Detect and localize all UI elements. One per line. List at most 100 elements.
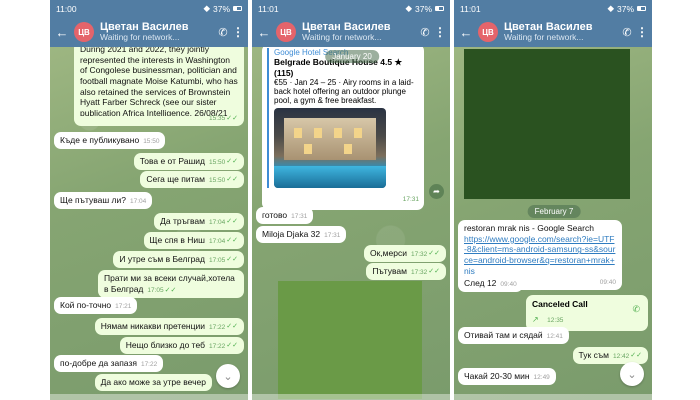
message-bubble-incoming[interactable]: Кой по-точно 17:21 <box>54 297 138 314</box>
message-time: 17:32 <box>410 268 428 276</box>
connection-status: Waiting for network... <box>100 32 180 43</box>
message-time: 17:22 <box>208 342 226 350</box>
message-bubble-incoming[interactable]: по-добре да запазя 17:22 <box>54 355 164 372</box>
message-time: 17:31 <box>402 196 419 203</box>
phone-screen-2: 11:01 ◆ 37% ← ЦВ Цветан Василев Waiting f… <box>252 0 450 400</box>
message-time: 09:40 <box>500 280 517 288</box>
phone-icon[interactable]: ✆ <box>632 304 640 315</box>
more-vert-icon[interactable]: ⋮ <box>434 25 446 39</box>
message-time: 15:50 <box>208 176 226 184</box>
chat-title-block[interactable]: Цветан Василев Waiting for network... <box>302 21 416 42</box>
message-bubble-incoming[interactable]: Къде е публикувано 15:50 <box>54 132 166 149</box>
status-time: 11:01 <box>460 3 481 14</box>
message-time: 17:31 <box>324 231 341 239</box>
hotel-preview-image[interactable] <box>274 108 386 188</box>
message-time: 17:04 <box>208 218 226 226</box>
message-bubble-incoming[interactable]: След 12 09:40 <box>458 275 523 292</box>
chevron-down-icon[interactable]: ⌄ <box>216 364 240 388</box>
message-bubble-incoming[interactable]: Чакай 20-30 мин 12:49 <box>458 368 556 385</box>
battery-percent: 37% <box>616 3 634 14</box>
back-arrow-icon[interactable]: ← <box>458 25 474 40</box>
chat-area[interactable]: Google Hotel Search Belgrade Boutique Ho… <box>252 44 450 400</box>
back-arrow-icon[interactable]: ← <box>54 25 70 40</box>
outgoing-call-arrow-icon: ↗ <box>532 315 539 324</box>
message-bubble-incoming[interactable]: Miloja Djaka 32 17:31 <box>256 226 347 243</box>
link-preview[interactable]: Google Hotel Search Belgrade Boutique Ho… <box>267 48 419 188</box>
avatar[interactable]: ЦВ <box>276 22 296 42</box>
link-preview-card[interactable]: Google Hotel Search Belgrade Boutique Ho… <box>262 44 424 210</box>
battery-icon <box>233 6 242 11</box>
message-text: Ще пътуваш ли? <box>60 195 126 205</box>
status-bar: 11:01 ◆ 37% <box>252 0 450 17</box>
battery-icon <box>435 6 444 11</box>
message-text: Къде е публикувано <box>60 135 140 145</box>
message-time: 17:22 <box>208 323 226 331</box>
call-bubble[interactable]: Canceled Call ↗ 12:35 ✆ <box>526 295 648 331</box>
message-bubble-outgoing[interactable]: И утре съм в Белград 17:05 ✓✓ <box>113 251 244 268</box>
double-check-icon: ✓✓ <box>226 341 238 349</box>
chat-area[interactable]: February 7 restoran mrak nis - Google Se… <box>454 47 652 400</box>
message-time: 12:35 <box>547 317 564 324</box>
wifi-icon: ◆ <box>405 3 412 13</box>
status-time: 11:01 <box>258 3 279 14</box>
chat-title-block[interactable]: Цветан Василев Waiting for network... <box>504 21 618 42</box>
message-time: 12:49 <box>533 373 550 381</box>
message-text: Пътувам <box>372 266 407 276</box>
double-check-icon: ✓✓ <box>630 351 642 359</box>
share-icon[interactable]: ➦ <box>429 184 444 199</box>
message-bubble-outgoing[interactable]: Ще спя в Ниш 17:04 ✓✓ <box>143 232 244 249</box>
double-check-icon: ✓✓ <box>226 236 238 244</box>
message-bubble-incoming[interactable]: Отивай там и сядай 12:41 <box>458 327 569 344</box>
message-time: 17:22 <box>140 360 158 368</box>
hotel-building-shape <box>284 118 376 160</box>
message-time: 12:42 <box>612 352 630 360</box>
avatar[interactable]: ЦВ <box>478 22 498 42</box>
phone-icon[interactable]: ✆ <box>416 26 434 39</box>
phone-icon[interactable]: ✆ <box>618 26 636 39</box>
battery-icon <box>637 6 646 11</box>
message-text: Ще спя в Ниш <box>149 235 205 245</box>
message-bubble-incoming[interactable]: готово 17:31 <box>256 207 314 224</box>
double-check-icon: ✓✓ <box>226 255 238 263</box>
connection-status: Waiting for network... <box>504 32 584 43</box>
chat-header: ← ЦВ Цветан Василев Waiting for network.… <box>50 17 248 47</box>
link-description: €55 · Jan 24 – 25 · Airy rooms in a laid… <box>274 78 414 105</box>
more-vert-icon[interactable]: ⋮ <box>636 25 648 39</box>
message-text: Miloja Djaka 32 <box>262 229 321 239</box>
message-link[interactable]: https://www.google.com/search?ie=UTF-8&c… <box>464 234 616 277</box>
message-bubble-outgoing[interactable]: During 2021 and 2022, they jointly repre… <box>74 41 244 126</box>
double-check-icon: ✓✓ <box>226 175 238 183</box>
chevron-down-icon[interactable]: ⌄ <box>620 362 644 386</box>
message-bubble-outgoing[interactable]: Прати ми за всеки случай,хотела в Белгра… <box>98 270 244 299</box>
avatar[interactable]: ЦВ <box>74 22 94 42</box>
more-vert-icon[interactable]: ⋮ <box>232 25 244 39</box>
double-check-icon: ✓✓ <box>428 267 440 275</box>
phone-icon[interactable]: ✆ <box>214 26 232 39</box>
message-bubble-incoming[interactable]: Ще пътуваш ли? 17:04 <box>54 192 153 209</box>
chat-header: ← ЦВ Цветан Василев Waiting for network.… <box>252 17 450 47</box>
message-time: 15:50 <box>143 137 160 145</box>
message-bubble-outgoing[interactable]: Нещо близко до теб 17:22 ✓✓ <box>119 337 244 354</box>
message-text: Кой по-точно <box>60 300 112 310</box>
back-arrow-icon[interactable]: ← <box>256 25 272 40</box>
message-bubble-outgoing[interactable]: Нямам никакви претенции 17:22 ✓✓ <box>94 318 244 335</box>
status-bar: 11:00 ◆ 37% <box>50 0 248 17</box>
message-bubble-outgoing[interactable]: Да тръгвам 17:04 ✓✓ <box>154 213 244 230</box>
chat-area[interactable]: During 2021 and 2022, they jointly repre… <box>50 41 248 400</box>
message-time: 12:41 <box>546 332 563 340</box>
phone-screen-1: 11:00 ◆ 37% ← ЦВ Цветан Василев Waiting f… <box>50 0 248 400</box>
double-check-icon: ✓✓ <box>226 115 238 123</box>
chat-title-block[interactable]: Цветан Василев Waiting for network... <box>100 21 214 42</box>
redacted-image <box>278 281 422 399</box>
message-bubble-outgoing[interactable]: Тук съм 12:42 ✓✓ <box>572 347 648 364</box>
wifi-icon: ◆ <box>203 3 210 13</box>
message-bubble-outgoing[interactable]: Пътувам 17:32 ✓✓ <box>366 263 446 280</box>
message-bubble-outgoing[interactable]: Ок,мерси 17:32 ✓✓ <box>363 245 446 262</box>
message-text: Сега ще питам <box>146 174 205 184</box>
message-time: 17:05 <box>147 286 164 294</box>
call-status: Canceled Call <box>532 299 588 309</box>
message-bubble-outgoing[interactable]: Сега ще питам 15:50 ✓✓ <box>140 171 244 188</box>
message-time: 15:35 <box>208 115 226 123</box>
message-bubble-outgoing[interactable]: Това е от Рашид 15:50 ✓✓ <box>133 153 244 170</box>
message-bubble-outgoing[interactable]: Да ако може за утре вечер <box>94 374 212 391</box>
